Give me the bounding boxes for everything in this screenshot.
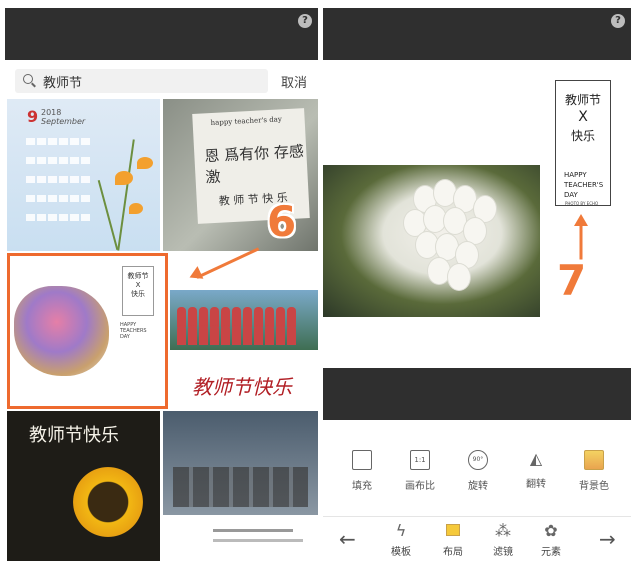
sticker-sub: 快乐 — [570, 129, 595, 143]
sticker-en-line: HAPPY — [564, 171, 587, 179]
template-thumbnail-group-photo[interactable] — [170, 290, 318, 350]
dark-band — [323, 368, 631, 420]
filter-icon: ⁂ — [495, 521, 511, 540]
nav-template[interactable]: ϟ 模板 — [381, 521, 421, 559]
annotation-arrow — [579, 223, 583, 260]
back-arrow-icon[interactable]: ← — [339, 527, 356, 551]
calendar-year: 2018 — [41, 108, 62, 117]
rotate-icon: 90° — [468, 450, 488, 470]
caption-line — [213, 529, 293, 532]
template-icon: ϟ — [395, 521, 407, 540]
calendar-grid — [25, 131, 95, 226]
nav-label: 滤镜 — [493, 547, 513, 558]
tool-fill[interactable]: 填充 — [337, 450, 387, 492]
nav-element[interactable]: ✿ 元素 — [531, 521, 571, 559]
tool-label: 旋转 — [468, 481, 488, 492]
caption-line — [213, 539, 303, 542]
board-main-text: 恩 爲有你 存感激 — [203, 142, 305, 187]
nav-label: 元素 — [541, 547, 561, 558]
search-query: 教师节 — [43, 76, 83, 91]
flower-petal — [115, 171, 133, 185]
sticker-photo-by: PHOTO BY ECHO — [565, 201, 599, 206]
sticker-english: HAPPY TEACHER'S DAY — [564, 170, 603, 200]
board-header: happy teacher's day — [210, 115, 283, 128]
flower-petal — [137, 157, 153, 169]
label-card-top: 教师节 — [127, 272, 149, 280]
flower-petal — [129, 203, 143, 214]
tool-aspect-ratio[interactable]: 1:1 画布比 — [395, 450, 445, 492]
template-thumbnail-calendar[interactable]: 9 2018 September — [7, 99, 160, 251]
annotation-arrow — [196, 247, 260, 279]
calendar-month-number: 9 — [27, 107, 39, 126]
nav-filter[interactable]: ⁂ 滤镜 — [483, 521, 523, 559]
bouquet-image — [14, 286, 109, 376]
forward-arrow-icon[interactable]: → — [599, 527, 616, 551]
sunflower-title: 教师节快乐 — [29, 425, 119, 446]
tool-rotate[interactable]: 90° 旋转 — [453, 450, 503, 492]
tool-flip[interactable]: ◭ 翻转 — [511, 449, 561, 491]
sticker-mid: X — [578, 109, 588, 125]
tool-label: 填充 — [352, 481, 372, 492]
background-color-icon — [584, 450, 604, 470]
label-card-mid: X — [135, 281, 141, 289]
nav-label: 模板 — [391, 547, 411, 558]
nav-label: 布局 — [443, 547, 463, 558]
left-screenshot: ? 教师节 取消 9 2018 September happy teacher'… — [5, 0, 318, 565]
tool-label: 画布比 — [405, 481, 435, 492]
fill-icon — [352, 450, 372, 470]
people-row — [176, 324, 312, 348]
template-thumbnail-sunflower[interactable]: 教师节快乐 — [7, 411, 160, 561]
sticker-en-line: DAY — [564, 191, 578, 199]
top-bar: ? — [323, 8, 631, 60]
tool-label: 背景色 — [579, 481, 609, 492]
template-caption: 教师节快乐 — [170, 351, 318, 409]
main-photo-bouquet[interactable] — [323, 165, 540, 317]
flip-icon: ◭ — [529, 449, 543, 468]
template-thumbnail-classroom[interactable] — [163, 411, 318, 515]
template-thumbnail-selected[interactable]: 教师节 X 快乐 HAPPY TEACHERS DAY — [7, 253, 168, 409]
tool-label: 翻转 — [526, 479, 546, 490]
right-screenshot: ? 教师节 X 快乐 HAPPY TEACHER'S DAY PHOTO BY … — [323, 0, 631, 565]
layout-icon — [433, 522, 473, 540]
nav-layout[interactable]: 布局 — [433, 522, 473, 558]
tool-background-color[interactable]: 背景色 — [569, 450, 619, 492]
flower-stem — [117, 139, 135, 251]
sunflower-image — [73, 467, 143, 537]
label-card-bottom: 快乐 — [131, 290, 145, 298]
divider — [323, 516, 631, 517]
aspect-ratio-icon: 1:1 — [410, 450, 430, 470]
search-icon — [23, 74, 33, 84]
sticker-en-line: TEACHER'S — [564, 181, 604, 189]
sticker-title: 教师节 — [564, 93, 601, 107]
label-card-english: HAPPY TEACHERS DAY — [120, 322, 147, 340]
help-icon[interactable]: ? — [298, 14, 312, 28]
arrow-head — [186, 266, 204, 284]
arrow-head — [574, 214, 588, 226]
cancel-button[interactable]: 取消 — [281, 72, 307, 91]
template-caption — [163, 515, 318, 561]
flower-stem — [97, 179, 119, 251]
help-icon[interactable]: ? — [611, 14, 625, 28]
top-bar: ? — [5, 8, 318, 60]
annotation-number-6: 6 — [267, 197, 297, 246]
classroom-desks — [173, 467, 308, 507]
search-input[interactable]: 教师节 — [15, 69, 268, 93]
greeting-cursive-text: 教师节快乐 — [192, 375, 292, 399]
element-icon: ✿ — [544, 521, 558, 540]
annotation-number-7: 7 — [557, 256, 587, 305]
calendar-month-name: September — [41, 117, 86, 126]
label-card: 教师节 X 快乐 — [122, 266, 154, 316]
